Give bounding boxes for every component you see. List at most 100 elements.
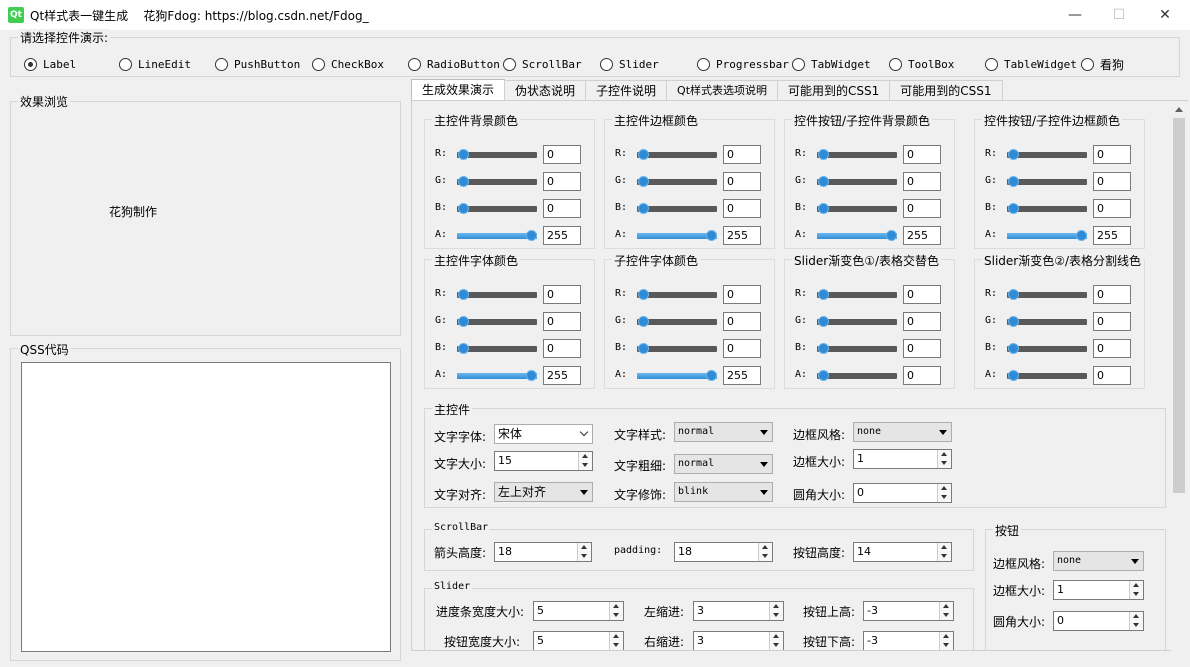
radio-9[interactable]: ToolBox [889,57,954,71]
btn-border-style-combo[interactable]: none [1053,551,1144,571]
radio-circle-icon[interactable] [215,57,228,71]
button-width-spinbox[interactable]: 5 [533,631,624,650]
channel-value-input[interactable]: 0 [723,339,761,358]
slider-handle[interactable] [638,203,649,214]
slider-handle[interactable] [818,316,829,327]
channel-value-input[interactable]: 0 [543,285,581,304]
color-slider[interactable] [637,230,717,241]
tab-css1-a[interactable]: 可能用到的CSS1 [777,80,891,101]
font-style-combo[interactable]: normal [674,422,773,442]
color-slider[interactable] [637,203,717,214]
color-slider[interactable] [817,370,897,381]
spin-arrows-icon[interactable] [609,632,623,650]
slider-handle[interactable] [1076,230,1087,241]
maximize-button[interactable]: ☐ [1096,0,1142,30]
spin-arrows-icon[interactable] [769,632,783,650]
color-slider[interactable] [1007,370,1087,381]
text-align-combo[interactable]: 左上对齐 [494,482,593,502]
slider-handle[interactable] [1008,316,1019,327]
tab-sub-controls[interactable]: 子控件说明 [585,80,668,101]
channel-value-input[interactable]: 0 [723,312,761,331]
channel-value-input[interactable]: 0 [903,285,941,304]
radio-4[interactable]: RadioButton [408,57,500,71]
color-slider[interactable] [817,316,897,327]
channel-value-input[interactable]: 0 [1093,199,1131,218]
btn-border-size-spinbox[interactable]: 1 [1053,580,1144,600]
slider-handle[interactable] [1008,149,1019,160]
slider-handle[interactable] [638,343,649,354]
color-slider[interactable] [637,370,717,381]
arrow-height-spinbox[interactable]: 18 [494,542,592,562]
radio-circle-icon[interactable] [600,57,613,71]
slider-handle[interactable] [458,203,469,214]
channel-value-input[interactable]: 0 [543,145,581,164]
radio-3[interactable]: CheckBox [312,57,384,71]
right-indent-spinbox[interactable]: 3 [693,631,784,650]
channel-value-input[interactable]: 0 [543,172,581,191]
slider-handle[interactable] [706,230,717,241]
channel-value-input[interactable]: 0 [903,145,941,164]
channel-value-input[interactable]: 0 [1093,285,1131,304]
color-slider[interactable] [457,289,537,300]
spin-arrows-icon[interactable] [577,543,591,561]
channel-value-input[interactable]: 0 [903,339,941,358]
slider-handle[interactable] [1008,203,1019,214]
color-slider[interactable] [1007,343,1087,354]
color-slider[interactable] [1007,176,1087,187]
slider-handle[interactable] [638,176,649,187]
left-indent-spinbox[interactable]: 3 [693,601,784,621]
color-slider[interactable] [817,289,897,300]
radio-circle-icon[interactable] [312,57,325,71]
radio-circle-icon[interactable] [1081,57,1094,71]
slider-handle[interactable] [458,343,469,354]
color-slider[interactable] [1007,203,1087,214]
button-bottom-spinbox[interactable]: -3 [863,631,954,650]
color-slider[interactable] [457,149,537,160]
channel-value-input[interactable]: 0 [903,366,941,385]
slider-handle[interactable] [886,230,897,241]
color-slider[interactable] [817,203,897,214]
channel-value-input[interactable]: 0 [543,199,581,218]
channel-value-input[interactable]: 255 [543,226,581,245]
slider-handle[interactable] [1008,176,1019,187]
color-slider[interactable] [457,203,537,214]
radio-circle-icon[interactable] [889,57,902,71]
minimize-button[interactable]: — [1052,0,1098,30]
spin-arrows-icon[interactable] [937,543,951,561]
radio-circle-icon[interactable] [408,57,421,71]
color-slider[interactable] [457,343,537,354]
channel-value-input[interactable]: 0 [723,199,761,218]
slider-handle[interactable] [818,370,829,381]
channel-value-input[interactable]: 255 [723,366,761,385]
radio-circle-icon[interactable] [985,57,998,71]
spin-arrows-icon[interactable] [1129,581,1143,599]
color-slider[interactable] [637,289,717,300]
radio-circle-icon[interactable] [119,57,132,71]
spin-arrows-icon[interactable] [609,602,623,620]
color-slider[interactable] [637,149,717,160]
color-slider[interactable] [457,176,537,187]
radio-circle-icon[interactable] [697,57,710,71]
font-weight-combo[interactable]: normal [674,454,773,474]
channel-value-input[interactable]: 0 [723,285,761,304]
color-slider[interactable] [817,176,897,187]
text-decoration-combo[interactable]: blink [674,482,773,502]
slider-handle[interactable] [1008,289,1019,300]
channel-value-input[interactable]: 0 [1093,339,1131,358]
btn-radius-spinbox[interactable]: 0 [1053,611,1144,631]
slider-handle[interactable] [1008,343,1019,354]
slider-handle[interactable] [526,370,537,381]
radio-7[interactable]: Progressbar [697,57,789,71]
channel-value-input[interactable]: 255 [543,366,581,385]
radio-11[interactable]: 看狗 [1081,57,1124,72]
channel-value-input[interactable]: 0 [723,145,761,164]
scroll-up-icon[interactable] [1175,107,1183,112]
spin-arrows-icon[interactable] [939,632,953,650]
bar-width-spinbox[interactable]: 5 [533,601,624,621]
radius-spinbox[interactable]: 0 [853,483,952,503]
channel-value-input[interactable]: 0 [723,172,761,191]
channel-value-input[interactable]: 0 [903,312,941,331]
font-family-combo[interactable]: 宋体 [494,424,593,444]
channel-value-input[interactable]: 0 [1093,312,1131,331]
tab-pseudo-states[interactable]: 伪状态说明 [504,80,587,101]
